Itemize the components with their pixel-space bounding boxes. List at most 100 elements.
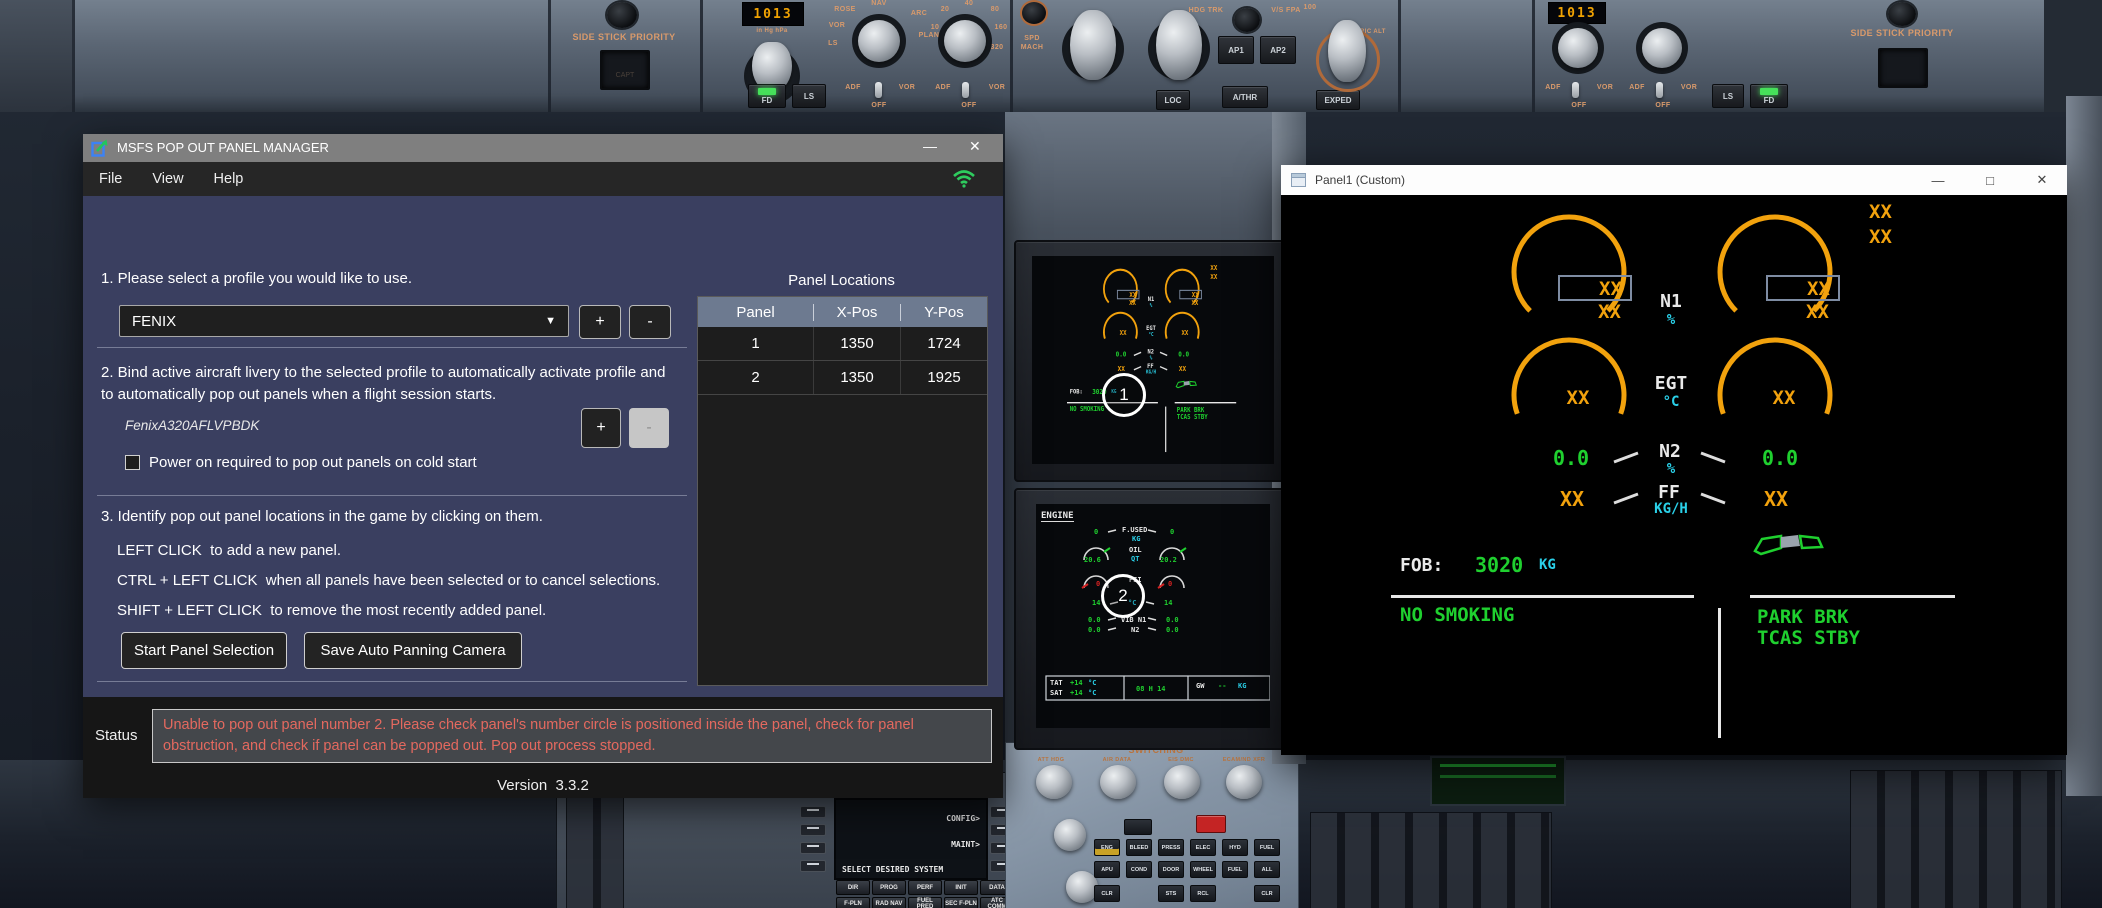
fd-button[interactable]: FD bbox=[748, 84, 786, 108]
mcdu-key-prog[interactable]: PROG bbox=[872, 880, 906, 895]
adf-vor-toggle[interactable] bbox=[1572, 82, 1579, 98]
exped-button[interactable]: EXPED bbox=[1316, 90, 1360, 110]
ecam-page-key-cond[interactable]: COND bbox=[1126, 861, 1152, 878]
panel-overlay-circle-1[interactable]: 1 bbox=[1102, 373, 1146, 417]
ecam-key-rcl[interactable]: RCL bbox=[1190, 885, 1216, 902]
fob-unit: KG bbox=[1539, 557, 1556, 573]
efis-range-knob[interactable] bbox=[1642, 28, 1682, 68]
off-label: OFF bbox=[1566, 102, 1592, 109]
to-config-button[interactable] bbox=[1124, 819, 1152, 835]
mcdu-line-key[interactable] bbox=[800, 824, 826, 836]
minimize-button[interactable]: — bbox=[1921, 165, 1955, 195]
manager-titlebar[interactable]: MSFS POP OUT PANEL MANAGER — ✕ bbox=[83, 134, 1003, 162]
hdg-vs-dome[interactable] bbox=[1234, 8, 1260, 32]
ecam-page-key-door[interactable]: DOOR bbox=[1158, 861, 1184, 878]
upper-ecam-screen[interactable]: XX XX XX XX XX XX N1 % XX XX EGT °C 0.0 … bbox=[1032, 256, 1274, 464]
upper-display-brightness-knob[interactable] bbox=[1054, 819, 1086, 851]
maximize-button[interactable]: □ bbox=[1973, 165, 2007, 195]
emer-canc-button[interactable] bbox=[1196, 815, 1226, 833]
ap2-button[interactable]: AP2 bbox=[1260, 36, 1296, 64]
mcdu-key-fpln[interactable]: F-PLN bbox=[836, 897, 870, 908]
panel-overlay-circle-2[interactable]: 2 bbox=[1101, 574, 1145, 618]
efis-range-knob[interactable] bbox=[944, 20, 986, 62]
ecam-page-key-apu[interactable]: APU bbox=[1094, 861, 1120, 878]
efis-nav-label: NAV bbox=[864, 0, 894, 7]
table-row[interactable]: 2 1350 1925 bbox=[698, 361, 987, 395]
panel1-titlebar[interactable]: Panel1 (Custom) — □ ✕ bbox=[1281, 165, 2067, 196]
manager-footer: Status Unable to pop out panel number 2.… bbox=[83, 697, 1003, 798]
table-row[interactable]: 1 1350 1724 bbox=[698, 327, 987, 361]
eis-dmc-label: EIS DMC bbox=[1158, 757, 1204, 763]
bound-livery: FenixA320AFLVPBDK bbox=[125, 418, 259, 433]
menu-view[interactable]: View bbox=[152, 171, 183, 187]
ecam-page-key-fuel2[interactable]: FUEL bbox=[1222, 861, 1248, 878]
ecam-page-key-eng[interactable]: ENG bbox=[1094, 839, 1120, 856]
ecam-page-key-press[interactable]: PRESS bbox=[1158, 839, 1184, 856]
athr-button[interactable]: A/THR bbox=[1222, 86, 1268, 108]
popout-manager-window: MSFS POP OUT PANEL MANAGER — ✕ File View… bbox=[83, 134, 1003, 798]
loc-button[interactable]: LOC bbox=[1156, 90, 1190, 110]
mcdu-line-key[interactable] bbox=[800, 842, 826, 854]
ap1-button[interactable]: AP1 bbox=[1218, 36, 1254, 64]
capt-priority-indicator[interactable]: CAPT bbox=[600, 50, 650, 90]
alt-100-label: 100 bbox=[1296, 4, 1324, 11]
save-auto-panning-button[interactable]: Save Auto Panning Camera bbox=[304, 632, 522, 669]
efis-mode-knob[interactable] bbox=[858, 20, 900, 62]
ls-button[interactable]: LS bbox=[792, 84, 826, 108]
mcdu-key-fuelpred[interactable]: FUEL PRED bbox=[908, 897, 942, 908]
panel-groove bbox=[548, 0, 551, 112]
ecam-key-clr[interactable]: CLR bbox=[1094, 885, 1120, 902]
vor-label: VOR bbox=[1592, 84, 1618, 91]
mcdu-line-key[interactable] bbox=[800, 806, 826, 818]
fd-button[interactable]: FD bbox=[1750, 84, 1788, 108]
mcdu-key-radnav[interactable]: RAD NAV bbox=[872, 897, 906, 908]
speed-knob[interactable] bbox=[1070, 10, 1116, 80]
air-data-knob[interactable] bbox=[1100, 765, 1136, 799]
livery-add-button[interactable]: + bbox=[581, 408, 621, 448]
panel-groove bbox=[1398, 0, 1401, 112]
ecam-nd-xfr-knob[interactable] bbox=[1226, 765, 1262, 799]
profile-dropdown[interactable]: FENIX ▼ bbox=[119, 305, 569, 337]
mcdu-key-init[interactable]: INIT bbox=[944, 880, 978, 895]
heading-knob[interactable] bbox=[1156, 10, 1202, 80]
minimize-button[interactable]: — bbox=[923, 138, 937, 154]
ecam-page-key-bleed[interactable]: BLEED bbox=[1126, 839, 1152, 856]
mcdu-line-key[interactable] bbox=[800, 860, 826, 872]
ecam-page-key-fuel[interactable]: FUEL bbox=[1254, 839, 1280, 856]
panel1-ecam-display[interactable]: XX XX XX XX XX XX N1 % XX XX EGT °C 0.0 … bbox=[1281, 195, 2067, 755]
ls-button[interactable]: LS bbox=[1712, 84, 1744, 108]
start-panel-selection-button[interactable]: Start Panel Selection bbox=[121, 632, 287, 669]
ecam-page-key-hyd[interactable]: HYD bbox=[1222, 839, 1248, 856]
efis-mode-knob[interactable] bbox=[1558, 28, 1598, 68]
att-hdg-knob[interactable] bbox=[1036, 765, 1072, 799]
lower-ecam-screen[interactable]: ENGINE 0 F.USED KG 0 OIL QT 20.6 20.2 PS… bbox=[1036, 504, 1270, 728]
close-button[interactable]: ✕ bbox=[2025, 165, 2059, 195]
wifi-connected-icon bbox=[953, 170, 975, 188]
livery-remove-button[interactable]: - bbox=[629, 408, 669, 448]
menu-help[interactable]: Help bbox=[214, 171, 244, 187]
mcdu-key-dir[interactable]: DIR bbox=[836, 880, 870, 895]
ecam-page-key-elec[interactable]: ELEC bbox=[1190, 839, 1216, 856]
panel-locations-table[interactable]: Panel X-Pos Y-Pos 1 1350 1724 2 1350 192… bbox=[697, 296, 988, 686]
mcdu-key-perf[interactable]: PERF bbox=[908, 880, 942, 895]
adf-vor-toggle[interactable] bbox=[962, 82, 969, 98]
profile-add-button[interactable]: + bbox=[579, 305, 621, 339]
eis-dmc-knob[interactable] bbox=[1164, 765, 1200, 799]
menu-file[interactable]: File bbox=[99, 171, 122, 187]
capt-priority-indicator[interactable] bbox=[1878, 48, 1928, 88]
ecam-page-key-all[interactable]: ALL bbox=[1254, 861, 1280, 878]
ecam-key-clr2[interactable]: CLR bbox=[1254, 885, 1280, 902]
close-button[interactable]: ✕ bbox=[969, 138, 981, 155]
baro-knob[interactable] bbox=[752, 42, 792, 90]
ecam-page-key-wheel[interactable]: WHEEL bbox=[1190, 861, 1216, 878]
altitude-knob[interactable] bbox=[1328, 20, 1366, 82]
adf-vor-toggle[interactable] bbox=[875, 82, 882, 98]
mcdu-key-secfpln[interactable]: SEC F-PLN bbox=[944, 897, 978, 908]
profile-remove-button[interactable]: - bbox=[629, 305, 671, 339]
memo-no-smoking: NO SMOKING bbox=[1400, 604, 1514, 626]
ecam-key-sts[interactable]: STS bbox=[1158, 885, 1184, 902]
panel-groove bbox=[1532, 0, 1535, 112]
spd-mach-dome[interactable] bbox=[1022, 2, 1046, 24]
adf-vor-toggle[interactable] bbox=[1656, 82, 1663, 98]
cold-start-checkbox[interactable] bbox=[125, 455, 140, 470]
